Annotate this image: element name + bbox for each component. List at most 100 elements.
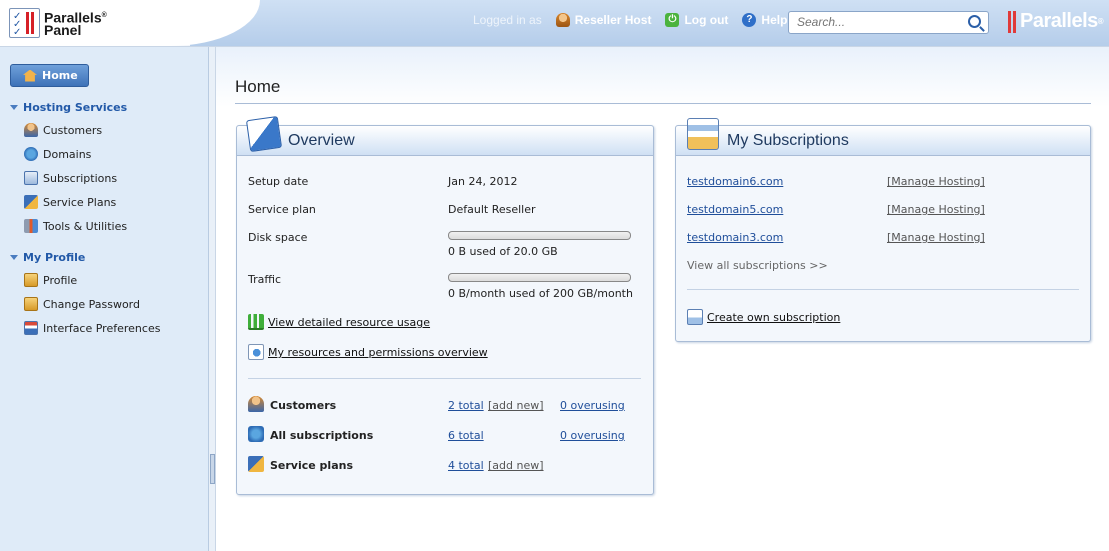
subscription-domain-link[interactable]: testdomain3.com [687,231,783,244]
view-all-subscriptions-link[interactable]: View all subscriptions >> [687,259,828,272]
traffic-label: Traffic [248,273,282,286]
subscription-domain-link[interactable]: testdomain5.com [687,203,783,216]
service-plan-value: Default Reseller [448,203,536,216]
sidebar-splitter[interactable] [209,47,216,551]
section-my-profile[interactable]: My Profile [10,251,85,264]
main-content: Home Overview Setup date Jan 24, 2012 Se… [216,47,1109,551]
sidebar-item-profile[interactable]: Profile [24,273,77,287]
home-button[interactable]: Home [10,64,89,87]
top-nav: Logged in as Reseller Host ⏻ Log out ? H… [473,13,801,27]
sidebar-item-subscriptions[interactable]: Subscriptions [24,171,117,185]
logout-icon: ⏻ [665,13,680,27]
user-menu[interactable]: Reseller Host [555,13,652,27]
domains-icon [24,147,38,161]
password-icon [24,297,38,311]
sidebar-item-change-password[interactable]: Change Password [24,297,140,311]
title-divider [235,103,1091,104]
traffic-text: 0 B/month used of 200 GB/month [448,287,633,300]
traffic-progress-bar [448,273,631,282]
sidebar: Home Hosting Services Customers Domains … [0,47,209,551]
summary-service-plans-label: Service plans [270,459,354,472]
my-subscriptions-panel: My Subscriptions testdomain6.com [Manage… [675,118,1091,342]
sidebar-item-tools[interactable]: Tools & Utilities [24,219,127,233]
search-box [788,11,989,34]
section-title: My Profile [23,251,86,264]
help-link[interactable]: ? Help [742,13,787,27]
sidebar-item-service-plans[interactable]: Service Plans [24,195,116,209]
home-icon [23,69,37,82]
customers-overusing-link[interactable]: 0 overusing [560,399,625,412]
add-customer-link[interactable]: [add new] [488,399,544,412]
search-input[interactable] [797,12,967,32]
service-plans-icon [24,195,38,209]
add-service-plan-link[interactable]: [add new] [488,459,544,472]
preferences-icon [24,321,38,335]
service-plan-label: Service plan [248,203,316,216]
customers-icon [24,123,38,137]
subscriptions-icon [24,171,38,185]
collapse-arrow-icon [10,255,18,260]
profile-icon [24,273,38,287]
parallels-panel-logo[interactable]: ✓ ✓ ✓ Parallels® Panel [9,8,107,38]
disk-space-text: 0 B used of 20.0 GB [448,245,558,258]
collapse-sidebar-handle[interactable] [210,454,215,484]
sidebar-item-label: Change Password [43,297,140,311]
help-icon: ? [742,13,757,27]
sidebar-item-interface-preferences[interactable]: Interface Preferences [24,321,160,335]
parallels-brand-logo: Parallels ® [1008,10,1104,33]
subscriptions-total-link[interactable]: 6 total [448,429,484,442]
permissions-icon [248,344,264,360]
disk-space-label: Disk space [248,231,308,244]
logout-label: Log out [684,13,729,27]
customers-icon [248,396,264,412]
manage-hosting-link[interactable]: [Manage Hosting] [887,203,985,216]
service-plans-total-link[interactable]: 4 total [448,459,484,472]
brand-text: Parallels [1020,10,1098,32]
home-label: Home [42,69,78,82]
overview-panel-header: Overview [237,115,653,156]
manage-hosting-link[interactable]: [Manage Hosting] [887,231,985,244]
section-hosting-services[interactable]: Hosting Services [10,101,127,114]
subscriptions-overusing-link[interactable]: 0 overusing [560,429,625,442]
collapse-arrow-icon [10,105,18,110]
service-plans-icon [248,456,264,472]
subscriptions-folder-icon [687,118,719,150]
help-label: Help [761,13,788,27]
user-name: Reseller Host [574,13,652,27]
setup-date-label: Setup date [248,175,309,188]
create-own-subscription-link[interactable]: Create own subscription [707,311,840,324]
sidebar-item-domains[interactable]: Domains [24,147,91,161]
summary-customers-label: Customers [270,399,337,412]
subscriptions-divider [687,289,1079,290]
create-subscription-icon [687,309,703,325]
search-icon[interactable] [968,15,981,28]
permissions-overview-link[interactable]: My resources and permissions overview [268,346,488,359]
subscriptions-title: My Subscriptions [727,132,849,149]
tools-icon [24,219,38,233]
logo-icon: ✓ ✓ ✓ [9,8,40,38]
overview-chart-icon [245,115,283,153]
logo-line2: Panel [44,22,82,39]
overview-title: Overview [288,132,355,149]
subscriptions-panel-header: My Subscriptions [676,118,1090,156]
logged-in-label: Logged in as [473,13,542,27]
sidebar-item-label: Profile [43,273,78,287]
user-icon [555,13,570,27]
resource-usage-icon [248,314,264,330]
disk-space-progress-bar [448,231,631,240]
logout-link[interactable]: ⏻ Log out [665,13,728,27]
header: ✓ ✓ ✓ Parallels® Panel Logged in as Resell… [0,0,1109,47]
manage-hosting-link[interactable]: [Manage Hosting] [887,175,985,188]
page-title: Home [235,77,281,96]
overview-divider [248,378,641,379]
subscription-domain-link[interactable]: testdomain6.com [687,175,783,188]
sidebar-item-label: Subscriptions [43,171,118,185]
overview-panel: Overview Setup date Jan 24, 2012 Service… [236,115,654,495]
sidebar-item-customers[interactable]: Customers [24,123,102,137]
setup-date-value: Jan 24, 2012 [448,175,518,188]
sidebar-item-label: Interface Preferences [43,321,161,335]
sidebar-item-label: Service Plans [43,195,117,209]
brand-reg: ® [1097,17,1104,26]
resource-usage-link[interactable]: View detailed resource usage [268,316,430,329]
customers-total-link[interactable]: 2 total [448,399,484,412]
